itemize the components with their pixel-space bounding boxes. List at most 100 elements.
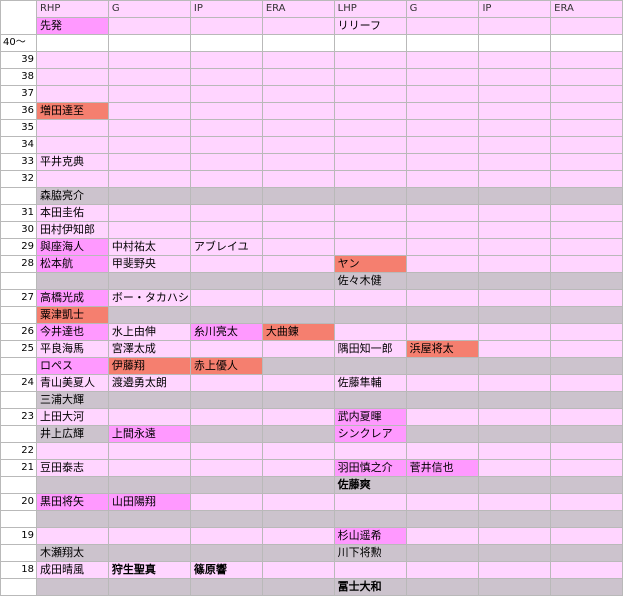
cell-rhp[interactable]: 黒田将矢	[35, 493, 109, 511]
cell-lhp-ip[interactable]	[478, 340, 552, 358]
cell-rhp-g[interactable]: 中村祐太	[107, 238, 191, 256]
cell-lhp-era[interactable]	[550, 289, 623, 307]
cell-rhp-ip[interactable]	[189, 68, 263, 86]
cell-lhp-g[interactable]	[405, 323, 480, 341]
cell-rhp-g[interactable]	[107, 391, 191, 409]
cell-lhp[interactable]	[333, 323, 407, 341]
cell-lhp-era[interactable]	[550, 34, 623, 52]
cell-rhp-ip[interactable]	[189, 187, 263, 205]
cell-rhp-ip[interactable]	[189, 85, 263, 103]
cell-rhp-era[interactable]	[261, 119, 335, 137]
cell-rhp-era[interactable]	[261, 408, 335, 426]
cell-rhp-ip[interactable]	[189, 306, 263, 324]
cell-rhp-g[interactable]: 伊藤翔	[107, 357, 191, 375]
cell-lhp-g[interactable]	[405, 510, 480, 528]
cell-rhp-g[interactable]	[107, 170, 191, 188]
cell-rhp-ip[interactable]	[189, 425, 263, 443]
cell-lhp-ip[interactable]	[478, 527, 552, 545]
header-rhp-era[interactable]: ERA	[261, 0, 335, 18]
cell-lhp-ip[interactable]	[478, 544, 552, 562]
cell-lhp-g[interactable]	[405, 374, 480, 392]
cell-rhp-ip[interactable]	[189, 272, 263, 290]
cell-lhp[interactable]: ヤン	[333, 255, 407, 273]
cell-lhp[interactable]: 杉山遥希	[333, 527, 407, 545]
cell-lhp-ip[interactable]	[478, 357, 552, 375]
cell-lhp-g[interactable]	[405, 51, 480, 69]
age-cell[interactable]: 38	[0, 68, 37, 86]
cell-rhp[interactable]: 松本航	[35, 255, 109, 273]
cell-lhp-g[interactable]	[405, 527, 480, 545]
cell-lhp[interactable]	[333, 493, 407, 511]
cell-rhp-ip[interactable]	[189, 119, 263, 137]
cell-rhp[interactable]	[35, 170, 109, 188]
cell-lhp-ip[interactable]	[478, 34, 552, 52]
cell-lhp-g[interactable]: 浜屋将太	[405, 340, 480, 358]
cell-rhp-era[interactable]	[261, 340, 335, 358]
cell-rhp-era[interactable]	[261, 34, 335, 52]
cell-lhp[interactable]	[333, 391, 407, 409]
cell-rhp-g[interactable]	[107, 272, 191, 290]
cell-lhp-era[interactable]	[550, 187, 623, 205]
cell-rhp-ip[interactable]	[189, 136, 263, 154]
cell-rhp-ip[interactable]	[189, 544, 263, 562]
corner-cell[interactable]	[0, 0, 37, 35]
cell-lhp[interactable]	[333, 34, 407, 52]
age-cell[interactable]: 32	[0, 170, 37, 188]
cell-lhp-era[interactable]	[550, 102, 623, 120]
cell-lhp-g[interactable]: 菅井信也	[405, 459, 480, 477]
cell-rhp-ip[interactable]: 篠原響	[189, 561, 263, 579]
cell-lhp-ip[interactable]	[478, 170, 552, 188]
subheader-blank[interactable]	[405, 17, 480, 35]
cell-rhp[interactable]	[35, 527, 109, 545]
cell-lhp-ip[interactable]	[478, 272, 552, 290]
cell-rhp-ip[interactable]	[189, 221, 263, 239]
cell-lhp-era[interactable]	[550, 459, 623, 477]
cell-rhp[interactable]: 青山美夏人	[35, 374, 109, 392]
age-cell[interactable]: 40～	[0, 34, 37, 52]
cell-lhp[interactable]	[333, 153, 407, 171]
cell-lhp[interactable]	[333, 357, 407, 375]
cell-rhp-era[interactable]	[261, 527, 335, 545]
cell-lhp-era[interactable]	[550, 204, 623, 222]
cell-lhp-g[interactable]	[405, 170, 480, 188]
subheader-blank[interactable]	[107, 17, 191, 35]
cell-rhp-g[interactable]	[107, 34, 191, 52]
cell-rhp-g[interactable]	[107, 476, 191, 494]
cell-rhp-g[interactable]	[107, 85, 191, 103]
age-cell[interactable]	[0, 510, 37, 528]
cell-rhp-ip[interactable]	[189, 34, 263, 52]
cell-rhp-era[interactable]	[261, 204, 335, 222]
cell-lhp-ip[interactable]	[478, 289, 552, 307]
header-lhp-ip[interactable]: IP	[478, 0, 552, 18]
cell-lhp-era[interactable]	[550, 442, 623, 460]
cell-lhp-g[interactable]	[405, 391, 480, 409]
cell-lhp-ip[interactable]	[478, 187, 552, 205]
cell-rhp[interactable]: 與座海人	[35, 238, 109, 256]
cell-lhp[interactable]	[333, 85, 407, 103]
cell-rhp[interactable]: ロペス	[35, 357, 109, 375]
subheader-reliever[interactable]: リリーフ	[333, 17, 407, 35]
cell-lhp[interactable]	[333, 102, 407, 120]
age-cell[interactable]	[0, 578, 37, 596]
cell-lhp[interactable]: 佐々木健	[333, 272, 407, 290]
cell-rhp-era[interactable]	[261, 221, 335, 239]
cell-rhp-ip[interactable]	[189, 255, 263, 273]
cell-lhp-era[interactable]	[550, 323, 623, 341]
cell-lhp[interactable]: 佐藤爽	[333, 476, 407, 494]
cell-lhp-era[interactable]	[550, 255, 623, 273]
cell-lhp[interactable]	[333, 221, 407, 239]
age-cell[interactable]: 21	[0, 459, 37, 477]
age-cell[interactable]	[0, 306, 37, 324]
cell-rhp-ip[interactable]	[189, 510, 263, 528]
cell-lhp-g[interactable]	[405, 187, 480, 205]
cell-lhp-ip[interactable]	[478, 238, 552, 256]
cell-lhp[interactable]	[333, 442, 407, 460]
cell-rhp-g[interactable]	[107, 527, 191, 545]
cell-rhp-era[interactable]	[261, 255, 335, 273]
cell-rhp-g[interactable]	[107, 51, 191, 69]
cell-rhp[interactable]	[35, 34, 109, 52]
cell-lhp-era[interactable]	[550, 561, 623, 579]
cell-rhp-g[interactable]	[107, 578, 191, 596]
cell-lhp[interactable]	[333, 510, 407, 528]
cell-rhp-g[interactable]: 上間永遠	[107, 425, 191, 443]
